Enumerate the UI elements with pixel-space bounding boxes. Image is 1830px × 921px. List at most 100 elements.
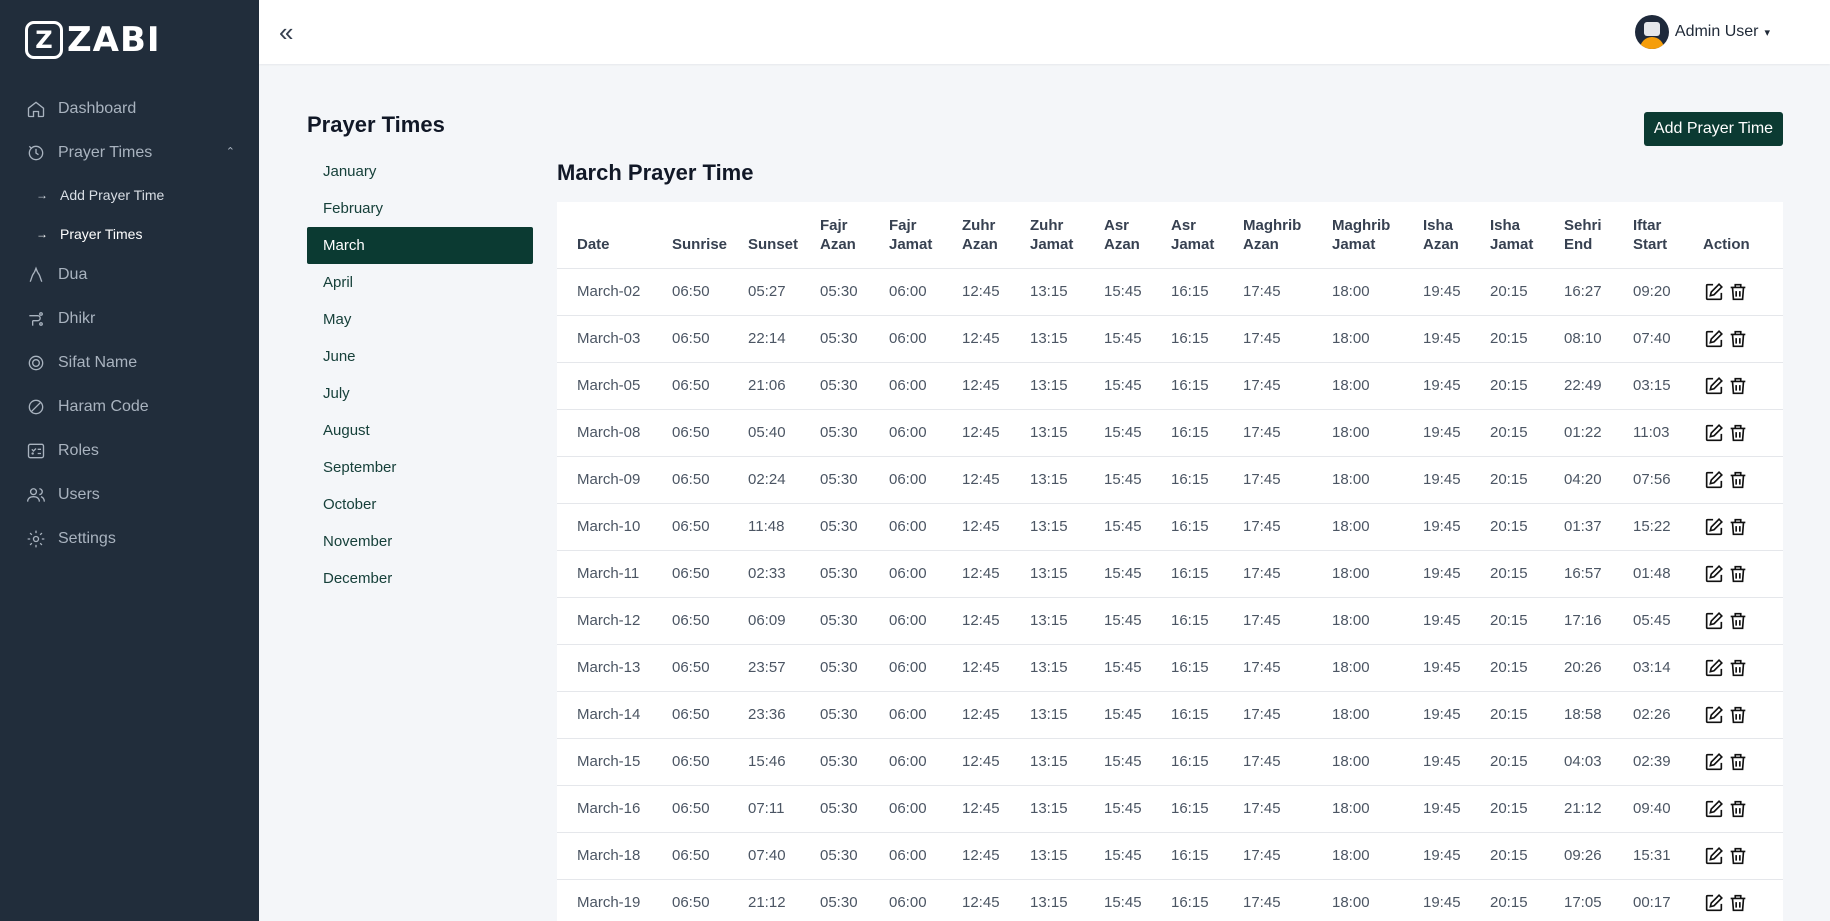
table-cell: 05:30 bbox=[820, 879, 889, 921]
sidebar-item-dashboard[interactable]: Dashboard bbox=[0, 87, 259, 131]
table-cell: 20:15 bbox=[1490, 456, 1564, 504]
action-cell bbox=[1703, 409, 1783, 457]
month-item-january[interactable]: January bbox=[307, 153, 533, 190]
sidebar-item-label: Haram Code bbox=[58, 398, 149, 415]
table-cell: 12:45 bbox=[962, 644, 1030, 692]
month-item-march[interactable]: March bbox=[307, 227, 533, 264]
table-cell: 06:00 bbox=[889, 550, 962, 598]
table-cell: 06:50 bbox=[672, 456, 748, 504]
table-cell: 18:00 bbox=[1332, 268, 1423, 316]
edit-icon[interactable] bbox=[1703, 798, 1725, 820]
edit-icon[interactable] bbox=[1703, 469, 1725, 491]
collapse-sidebar-icon[interactable]: « bbox=[279, 19, 293, 45]
table-cell: 19:45 bbox=[1423, 550, 1490, 598]
edit-icon[interactable] bbox=[1703, 516, 1725, 538]
month-item-august[interactable]: August bbox=[307, 412, 533, 449]
table-cell: March-10 bbox=[557, 503, 672, 551]
sidebar-item-prayer-times[interactable]: Prayer Times ⌃ bbox=[0, 131, 259, 175]
table-cell: 16:15 bbox=[1171, 456, 1243, 504]
trash-icon[interactable] bbox=[1727, 375, 1749, 397]
sidebar-item-sifat-name[interactable]: Sifat Name bbox=[0, 341, 259, 385]
edit-icon[interactable] bbox=[1703, 328, 1725, 350]
table-cell: 19:45 bbox=[1423, 597, 1490, 645]
trash-icon[interactable] bbox=[1727, 422, 1749, 444]
chevron-up-icon[interactable]: ⌃ bbox=[226, 145, 235, 158]
sidebar-item-roles[interactable]: Roles bbox=[0, 429, 259, 473]
table-cell: 22:14 bbox=[748, 315, 820, 363]
sidebar-item-dua[interactable]: Dua bbox=[0, 253, 259, 297]
table-cell: 15:45 bbox=[1104, 268, 1171, 316]
sidebar-item-dhikr[interactable]: Dhikr bbox=[0, 297, 259, 341]
month-item-february[interactable]: February bbox=[307, 190, 533, 227]
table-cell: 06:50 bbox=[672, 409, 748, 457]
table-cell: 15:46 bbox=[748, 738, 820, 786]
month-item-october[interactable]: October bbox=[307, 486, 533, 523]
trash-icon[interactable] bbox=[1727, 469, 1749, 491]
table-cell: 02:26 bbox=[1633, 691, 1703, 739]
trash-icon[interactable] bbox=[1727, 798, 1749, 820]
month-item-june[interactable]: June bbox=[307, 338, 533, 375]
month-item-may[interactable]: May bbox=[307, 301, 533, 338]
trash-icon[interactable] bbox=[1727, 657, 1749, 679]
table-cell: 16:15 bbox=[1171, 503, 1243, 551]
table-cell: 12:45 bbox=[962, 832, 1030, 880]
table-cell: 06:50 bbox=[672, 550, 748, 598]
edit-icon[interactable] bbox=[1703, 845, 1725, 867]
sidebar-subitem-prayer-times[interactable]: → Prayer Times bbox=[0, 214, 259, 253]
edit-icon[interactable] bbox=[1703, 563, 1725, 585]
table-cell: 06:00 bbox=[889, 503, 962, 551]
edit-icon[interactable] bbox=[1703, 281, 1725, 303]
table-cell: 06:00 bbox=[889, 456, 962, 504]
trash-icon[interactable] bbox=[1727, 845, 1749, 867]
month-item-september[interactable]: September bbox=[307, 449, 533, 486]
sidebar-item-users[interactable]: Users bbox=[0, 473, 259, 517]
trash-icon[interactable] bbox=[1727, 281, 1749, 303]
edit-icon[interactable] bbox=[1703, 657, 1725, 679]
action-cell bbox=[1703, 691, 1783, 739]
table-cell: 19:45 bbox=[1423, 644, 1490, 692]
month-item-november[interactable]: November bbox=[307, 523, 533, 560]
month-item-april[interactable]: April bbox=[307, 264, 533, 301]
action-cell bbox=[1703, 456, 1783, 504]
trash-icon[interactable] bbox=[1727, 704, 1749, 726]
table-cell: 13:15 bbox=[1030, 503, 1104, 551]
table-cell: 17:45 bbox=[1243, 503, 1332, 551]
dhikr-icon bbox=[26, 309, 46, 329]
table-cell: 17:45 bbox=[1243, 691, 1332, 739]
add-prayer-time-button[interactable]: Add Prayer Time bbox=[1644, 112, 1783, 146]
trash-icon[interactable] bbox=[1727, 563, 1749, 585]
trash-icon[interactable] bbox=[1727, 516, 1749, 538]
sidebar-item-haram-code[interactable]: Haram Code bbox=[0, 385, 259, 429]
trash-icon[interactable] bbox=[1727, 892, 1749, 914]
table-cell: 13:15 bbox=[1030, 785, 1104, 833]
table-cell: 19:45 bbox=[1423, 268, 1490, 316]
column-header: Sunset bbox=[748, 202, 820, 269]
sidebar-item-settings[interactable]: Settings bbox=[0, 517, 259, 561]
brand-logo[interactable]: Z ZABI bbox=[25, 20, 161, 60]
edit-icon[interactable] bbox=[1703, 704, 1725, 726]
user-menu[interactable]: Admin User ▾ bbox=[1634, 15, 1770, 49]
edit-icon[interactable] bbox=[1703, 751, 1725, 773]
edit-icon[interactable] bbox=[1703, 422, 1725, 444]
table-cell: 17:45 bbox=[1243, 550, 1332, 598]
table-cell: 19:45 bbox=[1423, 785, 1490, 833]
table-cell: 13:15 bbox=[1030, 315, 1104, 363]
trash-icon[interactable] bbox=[1727, 610, 1749, 632]
table-cell: 18:00 bbox=[1332, 315, 1423, 363]
trash-icon[interactable] bbox=[1727, 751, 1749, 773]
column-header: Maghrib Azan bbox=[1243, 202, 1332, 269]
month-item-december[interactable]: December bbox=[307, 560, 533, 597]
table-cell: 16:15 bbox=[1171, 738, 1243, 786]
column-header: Zuhr Jamat bbox=[1030, 202, 1104, 269]
edit-icon[interactable] bbox=[1703, 375, 1725, 397]
trash-icon[interactable] bbox=[1727, 328, 1749, 350]
edit-icon[interactable] bbox=[1703, 610, 1725, 632]
edit-icon[interactable] bbox=[1703, 892, 1725, 914]
table-cell: 15:45 bbox=[1104, 550, 1171, 598]
table-cell: 05:40 bbox=[748, 409, 820, 457]
table-row: March-12 06:50 06:09 05:30 06:00 12:45 13:15 15… bbox=[557, 597, 1783, 645]
month-item-july[interactable]: July bbox=[307, 375, 533, 412]
table-cell: 05:45 bbox=[1633, 597, 1703, 645]
sidebar-subitem-add-prayer-time[interactable]: → Add Prayer Time bbox=[0, 175, 259, 214]
table-cell: 20:15 bbox=[1490, 738, 1564, 786]
